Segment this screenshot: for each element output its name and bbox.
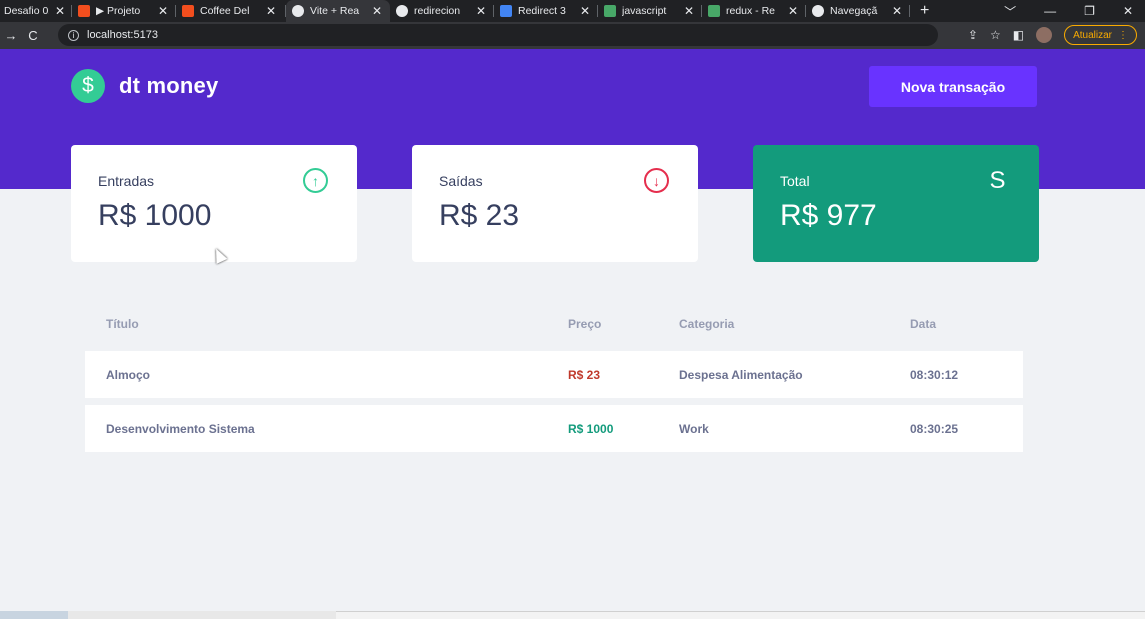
info-icon[interactable]: i — [68, 29, 79, 41]
cell-price: R$ 1000 — [568, 421, 614, 436]
minimize-icon[interactable]: — — [1044, 4, 1056, 18]
tab-title: Coffee Del — [200, 5, 250, 17]
close-icon[interactable]: ✕ — [372, 4, 382, 18]
profile-avatar[interactable] — [1036, 27, 1053, 43]
header-price: Preço — [568, 317, 602, 331]
tab-title: javascript — [622, 5, 667, 17]
cell-category: Work — [679, 421, 709, 436]
close-icon[interactable]: ✕ — [892, 4, 902, 18]
share-icon[interactable]: ⇪ — [968, 28, 978, 42]
total-label: Total — [780, 173, 810, 189]
header-category: Categoria — [679, 317, 735, 331]
figma-icon — [182, 5, 194, 17]
income-label: Entradas — [98, 173, 155, 189]
taskbar-item[interactable] — [68, 611, 336, 619]
close-window-icon[interactable]: ✕ — [1123, 4, 1133, 18]
tab-title: Vite + Rea — [310, 5, 360, 17]
window-controls: ﹀ — ❐ ✕ — [1004, 0, 1145, 22]
document-icon — [500, 5, 512, 17]
stackoverflow-icon — [708, 5, 720, 17]
outcome-label: Saídas — [439, 173, 483, 189]
dollar-sign-icon: S — [989, 166, 1006, 194]
income-value: R$ 1000 — [98, 199, 212, 232]
table-row: Desenvolvimento Sistema R$ 1000 Work 08:… — [85, 405, 1023, 452]
tab-title: ▶ Projeto — [96, 5, 141, 17]
reload-icon[interactable]: C — [22, 28, 44, 43]
close-icon[interactable]: ✕ — [158, 4, 168, 18]
logo-text: dt money — [119, 73, 219, 98]
outcome-value: R$ 23 — [439, 199, 520, 232]
new-transaction-button[interactable]: Nova transação — [869, 66, 1037, 107]
tab-title: Desafio 02 — [4, 5, 49, 17]
toolbar-actions: ⇪ ☆ ◧ Atualizar ⋮ — [968, 24, 1137, 46]
url-text: localhost:5173 — [87, 29, 158, 41]
stackoverflow-icon — [604, 5, 616, 17]
tab-title: redux - Re — [726, 5, 776, 17]
browser-tab[interactable]: redux - Re ✕ — [702, 0, 806, 22]
globe-icon — [812, 5, 824, 17]
close-icon[interactable]: ✕ — [684, 4, 694, 18]
browser-tab[interactable]: ▶ Projeto ✕ — [72, 0, 176, 22]
browser-tab[interactable]: javascript ✕ — [598, 0, 702, 22]
browser-tab[interactable]: Redirect 3 ✕ — [494, 0, 598, 22]
taskbar — [0, 611, 1145, 619]
close-icon[interactable]: ✕ — [266, 4, 276, 18]
sidepanel-icon[interactable]: ◧ — [1013, 28, 1024, 42]
cell-date: 08:30:25 — [910, 421, 959, 436]
update-label: Atualizar — [1073, 29, 1112, 41]
outcome-card: Saídas R$ 23 ↓ — [412, 145, 698, 262]
more-icon: ⋮ — [1118, 29, 1128, 41]
close-icon[interactable]: ✕ — [580, 4, 590, 18]
header-title: Título — [106, 317, 139, 331]
new-tab-button[interactable]: + — [920, 2, 929, 20]
star-icon[interactable]: ☆ — [990, 28, 1001, 42]
cell-title: Almoço — [106, 367, 151, 382]
close-icon[interactable]: ✕ — [55, 4, 65, 18]
app-viewport: $ dt money Nova transação Entradas R$ 10… — [0, 49, 1145, 619]
chevron-down-icon[interactable]: ﹀ — [1004, 3, 1016, 20]
table-row: Almoço R$ 23 Despesa Alimentação 08:30:1… — [85, 351, 1023, 398]
cell-category: Despesa Alimentação — [679, 367, 803, 382]
close-icon[interactable]: ✕ — [476, 4, 486, 18]
browser-tab[interactable]: redirecion ✕ — [390, 0, 494, 22]
income-card: Entradas R$ 1000 ↑ — [71, 145, 357, 262]
browser-tab[interactable]: Navegaçã ✕ — [806, 0, 910, 22]
logo: $ dt money — [71, 69, 218, 103]
address-bar[interactable]: i localhost:5173 — [58, 24, 938, 46]
total-card: Total R$ 977 S — [753, 145, 1039, 262]
header-date: Data — [910, 317, 937, 331]
close-icon[interactable]: ✕ — [788, 4, 798, 18]
figma-icon — [78, 5, 90, 17]
update-button[interactable]: Atualizar ⋮ — [1064, 25, 1137, 45]
summary: Entradas R$ 1000 ↑ Saídas R$ 23 ↓ Total … — [71, 145, 1039, 262]
transactions-table: Título Preço Categoria Data Almoço R$ 23… — [85, 304, 1023, 452]
cell-title: Desenvolvimento Sistema — [106, 421, 255, 436]
browser-tab[interactable]: Coffee Del ✕ — [176, 0, 286, 22]
arrow-up-circle-icon: ↑ — [303, 168, 328, 193]
browser-tab-active[interactable]: Vite + Rea ✕ — [286, 0, 390, 22]
browser-tab-strip: Desafio 02 ✕ ▶ Projeto ✕ Coffee Del ✕ Vi… — [0, 0, 1145, 22]
globe-icon — [292, 5, 304, 17]
browser-tab[interactable]: Desafio 02 ✕ — [0, 0, 72, 22]
forward-icon[interactable]: → — [0, 28, 22, 43]
tab-title: Redirect 3 — [518, 5, 566, 17]
taskbar-item[interactable] — [0, 611, 68, 619]
arrow-down-circle-icon: ↓ — [644, 168, 669, 193]
tab-title: Navegaçã — [830, 5, 878, 17]
total-value: R$ 977 — [780, 199, 877, 232]
cell-price: R$ 23 — [568, 367, 601, 382]
restore-icon[interactable]: ❐ — [1084, 4, 1095, 18]
cell-date: 08:30:12 — [910, 367, 959, 382]
tab-title: redirecion — [414, 5, 461, 17]
table-header: Título Preço Categoria Data — [85, 304, 1023, 344]
google-icon — [396, 5, 408, 17]
dollar-icon: $ — [71, 69, 105, 103]
